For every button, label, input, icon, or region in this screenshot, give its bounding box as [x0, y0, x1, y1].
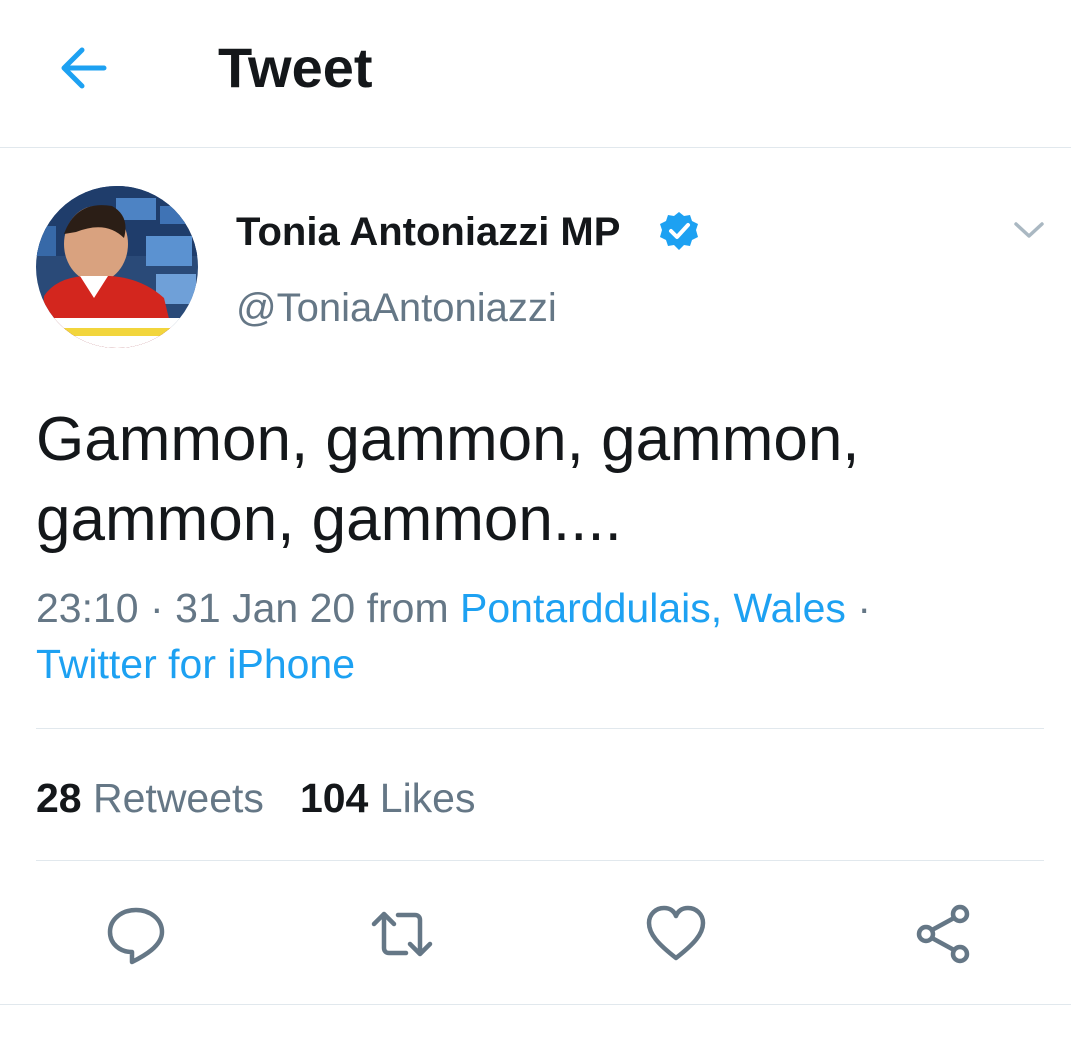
back-button[interactable]: [54, 40, 114, 96]
divider: [36, 728, 1044, 729]
retweets-count: 28: [36, 775, 82, 821]
divider: [0, 1004, 1071, 1005]
tweet-time: 23:10: [36, 585, 139, 631]
source-link[interactable]: Twitter for iPhone: [36, 641, 355, 687]
retweet-icon: [371, 911, 433, 957]
retweets-label: Retweets: [93, 775, 264, 821]
chevron-down-icon: [1014, 222, 1044, 238]
reply-button[interactable]: [104, 902, 168, 966]
heart-icon: [646, 905, 706, 961]
from-label: from: [366, 585, 449, 631]
likes-label: Likes: [379, 775, 476, 821]
likes-stat[interactable]: 104 Likes: [300, 775, 476, 821]
arrow-left-icon: [61, 47, 107, 89]
share-icon: [916, 904, 970, 964]
like-button[interactable]: [644, 902, 708, 966]
share-button[interactable]: [912, 902, 976, 966]
verified-badge-icon: [658, 210, 700, 252]
avatar[interactable]: [36, 186, 198, 348]
speech-bubble-icon: [107, 907, 165, 965]
tweet-text-line: Gammon, gammon, gammon,: [36, 405, 860, 474]
retweets-stat[interactable]: 28 Retweets: [36, 775, 264, 821]
retweet-button[interactable]: [370, 902, 434, 966]
tweet-metadata: 23:10 · 31 Jan 20 from Pontarddulais, Wa…: [36, 580, 1036, 692]
top-app-bar: Tweet: [0, 0, 1071, 148]
separator-dot: ·: [857, 585, 871, 631]
tweet-text-line: gammon, gammon....: [36, 485, 622, 554]
author-handle[interactable]: @ToniaAntoniazzi: [236, 284, 557, 332]
author-display-name[interactable]: Tonia Antoniazzi MP: [236, 208, 620, 256]
location-link[interactable]: Pontarddulais, Wales: [460, 585, 846, 631]
engagement-stats: 28 Retweets 104 Likes: [36, 770, 475, 826]
avatar-photo: [36, 186, 198, 348]
likes-count: 104: [299, 775, 369, 821]
divider: [36, 860, 1044, 861]
separator-dot: ·: [150, 585, 164, 631]
page-title: Tweet: [218, 36, 373, 99]
tweet-menu-button[interactable]: [1008, 212, 1050, 248]
tweet-date: 31 Jan 20: [175, 585, 356, 631]
tweet-text: Gammon, gammon, gammon, gammon, gammon..…: [36, 400, 1036, 560]
